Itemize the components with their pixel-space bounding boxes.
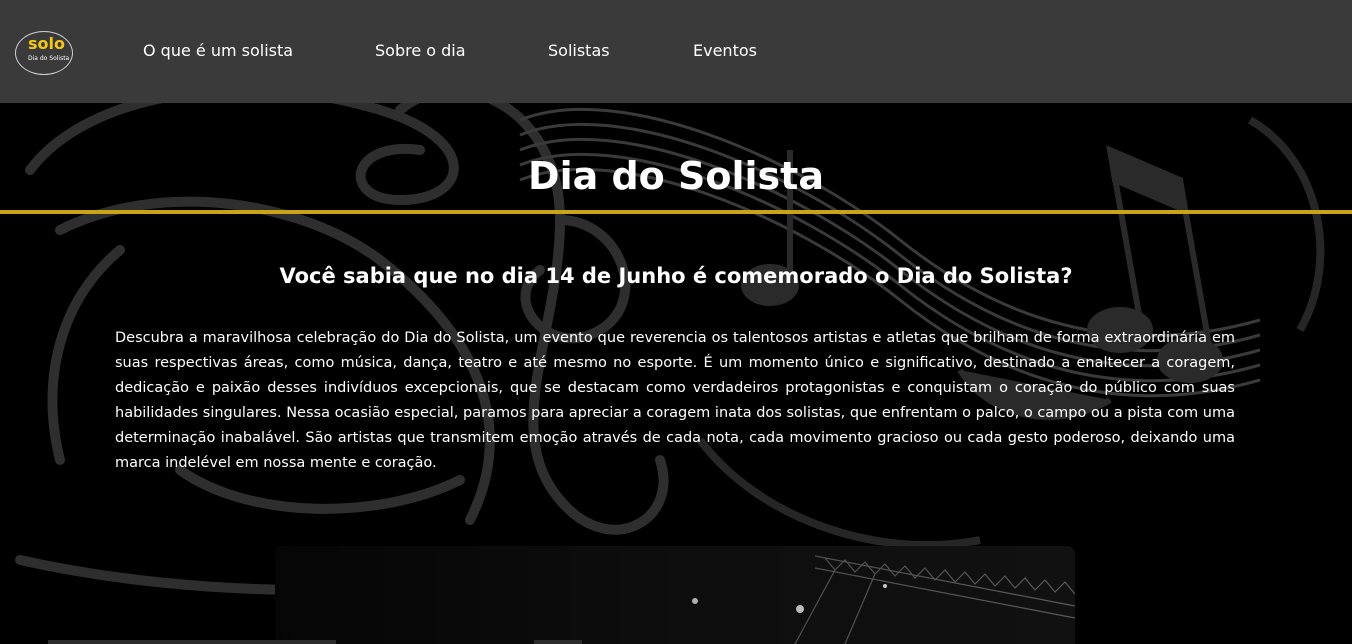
nav-link-o-que-e-um-solista[interactable]: O que é um solista bbox=[143, 41, 293, 60]
title-divider bbox=[0, 210, 1352, 214]
logo-subtitle: Dia do Solista bbox=[28, 55, 70, 62]
page: solo Dia do Solista O que é um solista S… bbox=[0, 0, 1352, 644]
logo-word: solo bbox=[28, 34, 65, 53]
top-navbar: solo Dia do Solista O que é um solista S… bbox=[0, 0, 1352, 103]
nav-link-sobre-o-dia[interactable]: Sobre o dia bbox=[375, 41, 466, 60]
hero-question: Você sabia que no dia 14 de Junho é come… bbox=[279, 264, 1073, 288]
nav-link-solistas[interactable]: Solistas bbox=[548, 41, 610, 60]
page-title: Dia do Solista bbox=[528, 154, 824, 198]
bottom-card-edge-right bbox=[534, 640, 582, 644]
bottom-card-edge-left bbox=[48, 640, 336, 644]
logo[interactable]: solo Dia do Solista bbox=[15, 31, 73, 75]
intro-paragraph: Descubra a maravilhosa celebração do Dia… bbox=[115, 330, 1235, 471]
nav-link-eventos[interactable]: Eventos bbox=[693, 41, 757, 60]
stage-photo bbox=[275, 546, 1075, 644]
stage-truss-icon bbox=[275, 546, 1075, 644]
